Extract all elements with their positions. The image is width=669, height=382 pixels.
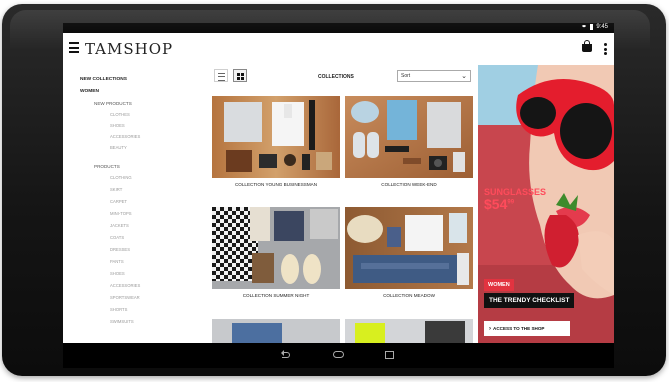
grid-view-button[interactable]	[233, 69, 247, 82]
sidebar-item-new-collections[interactable]: New Collections	[80, 77, 127, 82]
android-nav-bar	[63, 343, 614, 368]
collection-image	[212, 207, 340, 289]
arrow-right-icon: ›	[489, 326, 491, 332]
ad-tagline: The Trendy Checklist	[484, 293, 575, 308]
collection-image	[345, 319, 473, 343]
sidebar-leaf[interactable]: Shoes	[110, 271, 125, 276]
status-icons: 9:45	[581, 24, 608, 30]
recent-apps-icon	[385, 351, 394, 359]
status-bar: 9:45	[63, 23, 614, 33]
brand-logo[interactable]: TAMSHOP	[85, 40, 173, 58]
collection-image	[345, 207, 473, 289]
sidebar-leaf[interactable]: Coats	[110, 235, 124, 240]
sort-value: Sort	[401, 73, 411, 79]
businessman-flatlay-image	[212, 96, 340, 178]
sidebar-leaf[interactable]: Accessories	[110, 134, 140, 139]
sidebar-item-products[interactable]: Products	[94, 164, 120, 169]
status-time: 9:45	[596, 24, 608, 30]
sidebar-leaf[interactable]: Pants	[110, 259, 124, 264]
recent-apps-button[interactable]	[383, 349, 397, 361]
chevron-down-icon: ⌄	[461, 73, 467, 80]
collections-panel: Collections Sort ⌄	[206, 65, 478, 343]
tablet-frame: 9:45 TAMSHOP New Collections Women New P…	[2, 4, 666, 376]
home-icon	[333, 351, 344, 358]
sidebar-leaf[interactable]: Mini-Tops	[110, 211, 132, 216]
access-shop-label: Access to the shop	[493, 326, 545, 331]
sidebar-leaf[interactable]: Sportswear	[110, 295, 140, 300]
collection-partial-image	[345, 319, 473, 343]
tablet-screen: 9:45 TAMSHOP New Collections Women New P…	[63, 23, 614, 368]
collection-caption: Collection Young Businessman	[234, 182, 318, 187]
sort-select[interactable]: Sort ⌄	[397, 70, 471, 82]
category-sidebar: New Collections Women New Products Cloth…	[63, 65, 207, 343]
collection-image	[345, 96, 473, 178]
sidebar-leaf[interactable]: Jackets	[110, 223, 129, 228]
summer-night-flatlay-image	[212, 207, 340, 289]
collection-image	[212, 319, 340, 343]
collection-image	[212, 96, 340, 178]
meadow-flatlay-image	[345, 207, 473, 289]
sidebar-leaf[interactable]: Clothing	[110, 175, 132, 180]
ad-price: $5499	[484, 196, 514, 212]
sidebar-leaf[interactable]: Clothes	[110, 112, 130, 117]
back-icon	[281, 350, 290, 358]
sidebar-leaf[interactable]: Swimsuits	[110, 319, 134, 324]
ad-category-tag: Women	[484, 279, 514, 291]
sidebar-leaf[interactable]: Shorts	[110, 307, 127, 312]
battery-icon	[590, 24, 594, 30]
sunglasses-ad[interactable]: Sunglasses $5499 Women The Trendy Checkl…	[478, 65, 614, 343]
grid-view-icon	[237, 73, 244, 80]
sidebar-item-new-products[interactable]: New Products	[94, 101, 132, 106]
weekend-flatlay-image	[345, 96, 473, 178]
ad-price-main: $54	[484, 196, 508, 212]
access-shop-button[interactable]: › Access to the shop	[484, 321, 570, 336]
sidebar-leaf[interactable]: Shoes	[110, 123, 125, 128]
sidebar-leaf[interactable]: Beauty	[110, 145, 127, 150]
shopping-bag-icon[interactable]	[582, 40, 592, 52]
sidebar-item-women[interactable]: Women	[80, 89, 99, 94]
home-button[interactable]	[332, 349, 346, 361]
more-vertical-icon[interactable]	[604, 43, 607, 55]
hamburger-menu-icon[interactable]	[69, 42, 79, 53]
list-view-button[interactable]	[214, 69, 228, 82]
sidebar-leaf[interactable]: Dresses	[110, 247, 130, 252]
collection-caption: Collection Meadow	[383, 293, 435, 298]
collection-caption: Collection Week-End	[381, 182, 437, 187]
page-title: Collections	[318, 74, 354, 80]
sidebar-leaf[interactable]: Accessories	[110, 283, 140, 288]
ad-price-cents: 99	[507, 199, 515, 206]
collection-partial-image	[212, 319, 340, 343]
app-header: TAMSHOP	[63, 33, 614, 65]
collection-caption: Collection Summer Night	[242, 293, 310, 298]
wifi-icon	[581, 25, 588, 29]
list-view-icon	[218, 73, 225, 81]
back-button[interactable]	[279, 349, 293, 361]
sidebar-leaf[interactable]: Skirt	[110, 187, 122, 192]
sidebar-leaf[interactable]: Carpet	[110, 199, 127, 204]
